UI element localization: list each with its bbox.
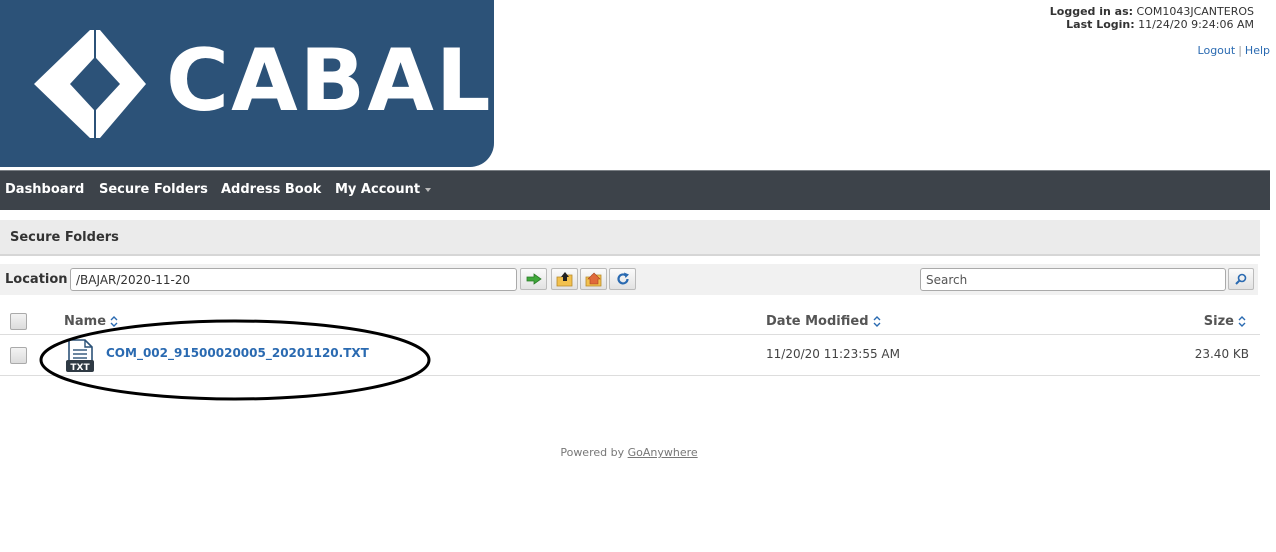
logged-in-user: COM1043JCANTEROS — [1136, 5, 1254, 18]
location-bar: Location — [0, 264, 1258, 295]
chevron-down-icon — [425, 187, 432, 192]
column-date-header[interactable]: Date Modified — [766, 314, 881, 329]
last-login-label: Last Login: — [1066, 18, 1135, 31]
link-separator: | — [1238, 44, 1242, 57]
footer-text: Powered by — [560, 446, 625, 459]
cabal-logo: CABAL — [0, 0, 494, 167]
column-date-label: Date Modified — [766, 314, 869, 329]
cabal-logo-text: CABAL — [166, 31, 493, 131]
search-button[interactable] — [1228, 268, 1254, 290]
nav-address-book[interactable]: Address Book — [221, 182, 321, 197]
select-all-checkbox[interactable] — [10, 313, 27, 330]
location-label: Location — [5, 272, 68, 287]
refresh-icon — [616, 272, 629, 285]
row-checkbox[interactable] — [10, 347, 27, 364]
file-size: 23.40 KB — [1194, 347, 1249, 361]
top-links: Logout | Help — [1198, 44, 1270, 57]
nav-my-account-label: My Account — [335, 182, 421, 197]
search-input[interactable] — [920, 268, 1226, 291]
nav-dashboard[interactable]: Dashboard — [5, 182, 84, 197]
nav-my-account[interactable]: My Account — [335, 182, 432, 197]
main-nav: Dashboard Secure Folders Address Book My… — [0, 170, 1270, 210]
home-folder-icon — [585, 272, 601, 287]
column-size-label: Size — [1203, 314, 1234, 329]
sort-icon — [873, 316, 881, 327]
search-icon — [1235, 273, 1247, 285]
goanywhere-link[interactable]: GoAnywhere — [628, 446, 698, 459]
section-header: Secure Folders — [0, 220, 1260, 256]
go-arrow-icon — [526, 273, 542, 285]
logged-in-label: Logged in as: — [1049, 5, 1134, 18]
location-input[interactable] — [70, 268, 517, 291]
highlight-ellipse-annotation — [39, 319, 431, 401]
sort-icon — [1238, 316, 1246, 327]
section-title: Secure Folders — [10, 230, 119, 245]
column-size-header[interactable]: Size — [1204, 314, 1246, 329]
page: CABAL Logged in as: COM1043JCANTEROS Las… — [0, 0, 1276, 552]
help-link[interactable]: Help — [1245, 44, 1270, 57]
go-button[interactable] — [520, 268, 547, 290]
home-folder-button[interactable] — [580, 268, 607, 290]
footer: Powered by GoAnywhere — [0, 446, 1258, 459]
folder-up-icon — [556, 272, 572, 287]
user-info: Logged in as: COM1043JCANTEROS Last Logi… — [1050, 5, 1254, 31]
last-login-value: 11/24/20 9:24:06 AM — [1138, 18, 1254, 31]
refresh-button[interactable] — [609, 268, 636, 290]
logout-link[interactable]: Logout — [1198, 44, 1236, 57]
file-date: 11/20/20 11:23:55 AM — [766, 347, 900, 361]
up-folder-button[interactable] — [551, 268, 578, 290]
cabal-diamond-icon — [34, 30, 146, 138]
nav-secure-folders[interactable]: Secure Folders — [99, 182, 208, 197]
